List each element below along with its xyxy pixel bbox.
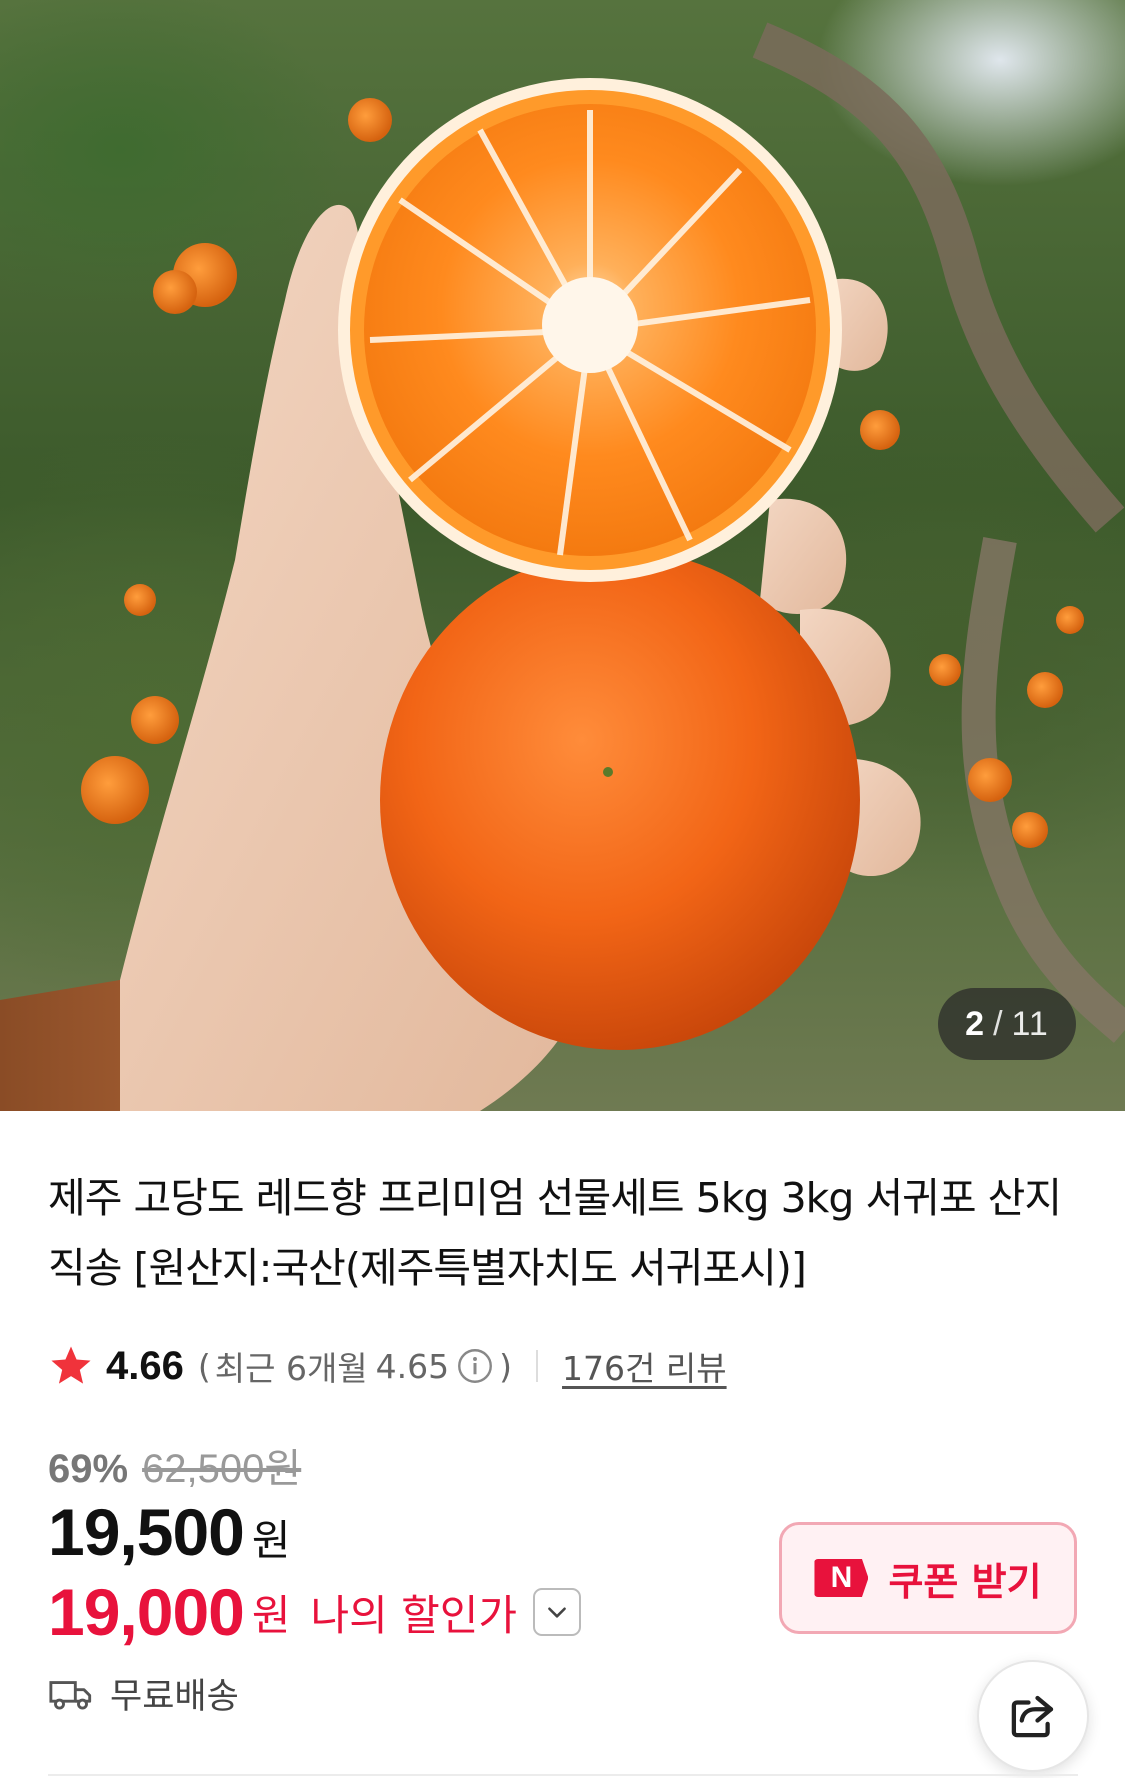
share-button[interactable] [977, 1660, 1089, 1772]
discount-percent: 69% [48, 1447, 129, 1491]
discount-row: 69% 62,500원 [48, 1436, 301, 1494]
coupon-button[interactable]: N 쿠폰 받기 [779, 1522, 1077, 1634]
naver-coupon-icon: N [814, 1559, 869, 1597]
counter-total: 11 [1011, 1004, 1049, 1043]
paren-close: ) [499, 1346, 513, 1386]
product-image[interactable]: 2 / 11 [0, 0, 1125, 1111]
share-icon [1011, 1695, 1054, 1738]
truck-icon [49, 1680, 92, 1710]
product-photo [0, 22, 1125, 1111]
paren-open: ( [197, 1346, 211, 1386]
section-divider [48, 1774, 1078, 1776]
info-icon[interactable] [457, 1348, 493, 1384]
counter-current: 2 [965, 1004, 986, 1043]
my-price-row: 19,000 원 나의 할인가 [48, 1574, 582, 1650]
product-title: 제주 고당도 레드향 프리미엄 선물세트 5kg 3kg 서귀포 산지직송 [원… [48, 1174, 1062, 1292]
coupon-label: 쿠폰 받기 [888, 1559, 1042, 1604]
counter-separator: / [993, 1004, 1004, 1043]
rating-score: 4.66 [106, 1343, 184, 1388]
divider [536, 1350, 539, 1382]
my-discount-price-unit: 원 [251, 1590, 291, 1640]
chevron-down-icon [548, 1607, 566, 1618]
my-discount-label: 나의 할인가 [310, 1590, 518, 1640]
recent-rating-label: 최근 6개월 [214, 1349, 368, 1388]
expand-discount-button[interactable] [533, 1588, 582, 1636]
recent-rating-score: 4.65 [375, 1346, 450, 1386]
shipping-info: 무료배송 [48, 1668, 239, 1719]
original-price: 62,500원 [142, 1447, 302, 1491]
free-shipping-label: 무료배송 [110, 1677, 239, 1717]
sale-price: 19,500 [48, 1495, 245, 1569]
star-icon [51, 1346, 91, 1384]
my-discount-price: 19,000 [48, 1575, 245, 1649]
image-counter: 2 / 11 [938, 988, 1076, 1060]
review-count-link[interactable]: 176건 리뷰 [562, 1342, 727, 1390]
rating-row: 4.66 ( 최근 6개월 4.65 ) 176건 리뷰 [48, 1338, 727, 1394]
sale-price-row: 19,500 원 [48, 1494, 291, 1570]
sale-price-unit: 원 [251, 1516, 291, 1565]
